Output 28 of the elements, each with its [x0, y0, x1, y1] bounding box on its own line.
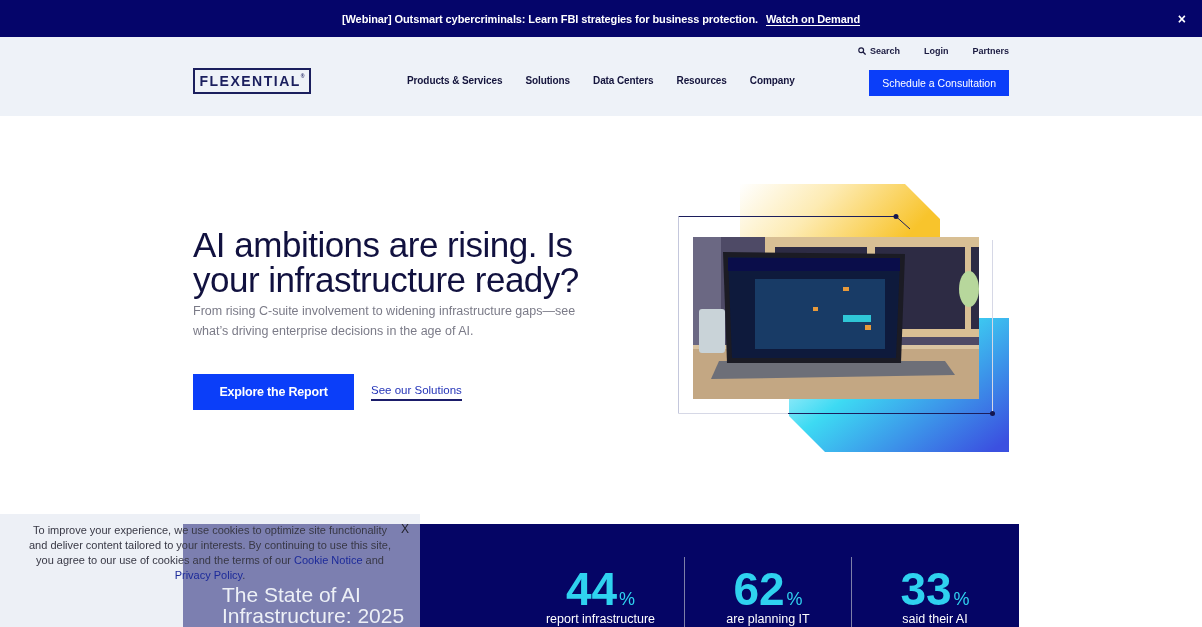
hero-title: AI ambitions are rising. Is your infrastructure ready?	[193, 226, 580, 297]
consultation-button[interactable]: Schedule a Consultation	[869, 70, 1009, 96]
search-icon	[857, 47, 866, 55]
nav-link[interactable]: Products & Services	[407, 74, 503, 88]
dot-icon	[990, 411, 995, 416]
explore-report-button[interactable]: Explore the Report	[193, 373, 354, 410]
dot-icon	[893, 214, 899, 219]
nav-link[interactable]: Resources	[676, 74, 727, 88]
close-button[interactable]: ×	[1173, 11, 1190, 26]
hero-subtitle: From rising C-suite involvement to widening infrastructure gaps—see what’s driving enterprise decisions in the age of AI.	[193, 302, 577, 340]
stat-value: 62%	[733, 566, 803, 612]
stat-label: are planning IT	[726, 612, 810, 627]
report-title: The State of AI Infrastructure: 2025	[222, 584, 406, 626]
utility-link[interactable]: Login	[923, 45, 949, 57]
nav-link[interactable]: Data Centers	[593, 74, 654, 88]
search-link[interactable]: Search	[857, 45, 900, 57]
nav-link[interactable]: Company	[749, 74, 795, 88]
solutions-link[interactable]: See our Solutions	[371, 382, 462, 401]
stat-label: report infrastructure	[545, 612, 656, 627]
stat-value: 44%	[565, 566, 636, 612]
company-logo[interactable]: FLEXENTIAL$^{®}$	[193, 68, 311, 94]
stat-value: 33%	[900, 566, 970, 612]
close-button[interactable]: X	[399, 522, 411, 536]
announcement-text: [Webinar] Outsmart cybercriminals: Learn FBI strategies for business protection.	[341, 12, 758, 25]
nav-link[interactable]: Solutions	[525, 74, 571, 88]
utility-link[interactable]: Partners	[972, 45, 1009, 57]
stat-label: said their AI	[902, 612, 968, 627]
watch-link[interactable]: Watch on Demand	[766, 12, 861, 25]
